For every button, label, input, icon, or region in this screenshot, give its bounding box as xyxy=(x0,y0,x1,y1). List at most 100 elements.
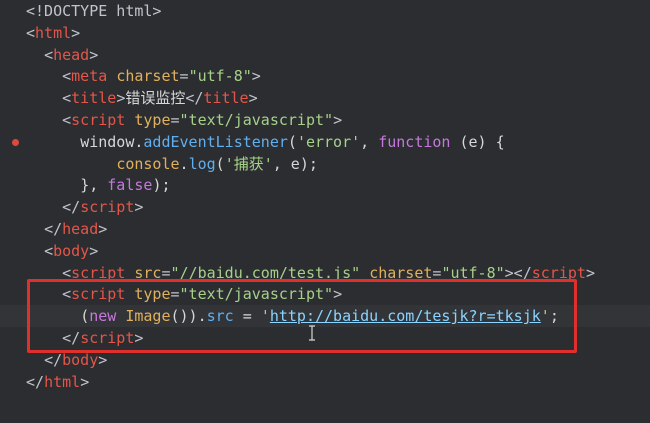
code-token: title xyxy=(203,89,249,108)
code-line[interactable]: <script type="text/javascript"> xyxy=(0,109,650,131)
code-token: false xyxy=(107,176,153,195)
code-line[interactable]: <!DOCTYPE html> xyxy=(0,0,650,22)
code-line-text: <title>错误监控</title> xyxy=(26,87,258,109)
code-line-text: </head> xyxy=(26,218,107,240)
code-token: meta xyxy=(71,67,108,86)
code-token: . xyxy=(179,154,189,173)
code-line-text: </html> xyxy=(26,371,89,393)
code-token: script xyxy=(71,111,126,129)
code-line[interactable]: </script> xyxy=(0,196,650,218)
code-token: < xyxy=(44,45,54,64)
code-token: body xyxy=(62,350,99,369)
code-token: "text/javascript" xyxy=(179,111,334,129)
code-token: ( xyxy=(287,132,297,151)
code-token: head xyxy=(62,220,99,238)
code-token: , e); xyxy=(272,154,318,173)
code-token: script xyxy=(80,198,135,217)
code-token: > xyxy=(80,372,90,391)
code-token: > xyxy=(251,67,261,86)
code-line[interactable]: console.log('捕获', e); xyxy=(0,153,650,175)
code-token: > xyxy=(71,23,81,42)
code-token: html xyxy=(44,372,81,391)
code-token: > xyxy=(98,350,108,369)
code-line[interactable]: </head> xyxy=(0,218,650,240)
code-line[interactable]: }, false); xyxy=(0,174,650,196)
code-token: </ xyxy=(44,220,63,238)
code-line[interactable]: <meta charset="utf-8"> xyxy=(0,65,650,87)
code-line[interactable]: </html> xyxy=(0,371,650,393)
code-token: type xyxy=(134,111,171,129)
code-token: charset xyxy=(116,67,180,86)
code-line-text: <script type="text/javascript"> xyxy=(26,109,342,131)
code-token: 'error' xyxy=(296,132,361,151)
code-token: "utf-8" xyxy=(188,67,252,86)
code-token: > xyxy=(98,220,108,238)
code-token: ); xyxy=(152,176,171,195)
code-token: html xyxy=(35,23,72,42)
code-token: = xyxy=(170,111,180,129)
code-token: > xyxy=(333,111,343,129)
breakpoint-dot-icon[interactable] xyxy=(12,138,19,146)
code-token: addEventListener xyxy=(143,132,288,151)
code-line[interactable]: <html> xyxy=(0,22,650,44)
code-token: < xyxy=(62,67,72,86)
code-token: <!DOCTYPE html> xyxy=(26,2,162,20)
code-token: console xyxy=(116,154,180,173)
code-line-text: <head> xyxy=(26,44,98,66)
code-token: ( xyxy=(215,154,225,173)
code-line[interactable]: <head> xyxy=(0,44,650,66)
code-token: </ xyxy=(44,350,63,369)
code-token: body xyxy=(53,241,90,260)
code-token: window. xyxy=(80,132,144,151)
code-line-text: <!DOCTYPE html> xyxy=(26,0,161,22)
code-token: > xyxy=(89,241,99,260)
code-line-text: window.addEventListener('error', functio… xyxy=(26,131,505,153)
code-token: log xyxy=(188,154,216,173)
code-token: head xyxy=(53,45,90,64)
code-token: < xyxy=(26,23,36,42)
code-token: > xyxy=(89,45,99,64)
code-line[interactable]: <body> xyxy=(0,240,650,262)
code-line-text: <html> xyxy=(26,22,80,44)
code-token: > xyxy=(248,89,258,108)
code-token: < xyxy=(62,111,72,129)
code-token: > xyxy=(585,263,595,282)
code-token: (e) { xyxy=(450,132,505,151)
code-line-text: </script> xyxy=(26,196,143,218)
code-line[interactable]: <title>错误监控</title> xyxy=(0,87,650,109)
code-line[interactable]: window.addEventListener('error', functio… xyxy=(0,131,650,153)
code-token: , xyxy=(360,132,379,151)
code-token: 错误监控 xyxy=(125,89,186,108)
code-line-text: <meta charset="utf-8"> xyxy=(26,65,261,87)
code-token: = xyxy=(179,67,189,86)
code-editor[interactable]: <!DOCTYPE html> <html> <head> <meta chars… xyxy=(0,0,650,423)
code-token: < xyxy=(44,241,54,260)
code-token: </ xyxy=(26,372,45,391)
code-token: < xyxy=(62,89,72,108)
code-token: </ xyxy=(185,89,204,108)
text-cursor-icon xyxy=(309,325,315,341)
code-line-text: <body> xyxy=(26,240,98,262)
code-token: > xyxy=(116,89,126,108)
code-token: }, xyxy=(80,176,108,195)
code-token: function xyxy=(378,132,451,151)
code-line-text: }, false); xyxy=(26,174,171,196)
code-token: > xyxy=(134,198,144,217)
code-line-text: console.log('捕获', e); xyxy=(26,153,318,175)
code-token: title xyxy=(71,89,117,108)
red-highlight-box xyxy=(27,279,577,353)
code-token: '捕获' xyxy=(224,154,273,173)
code-token: </ xyxy=(62,198,81,217)
